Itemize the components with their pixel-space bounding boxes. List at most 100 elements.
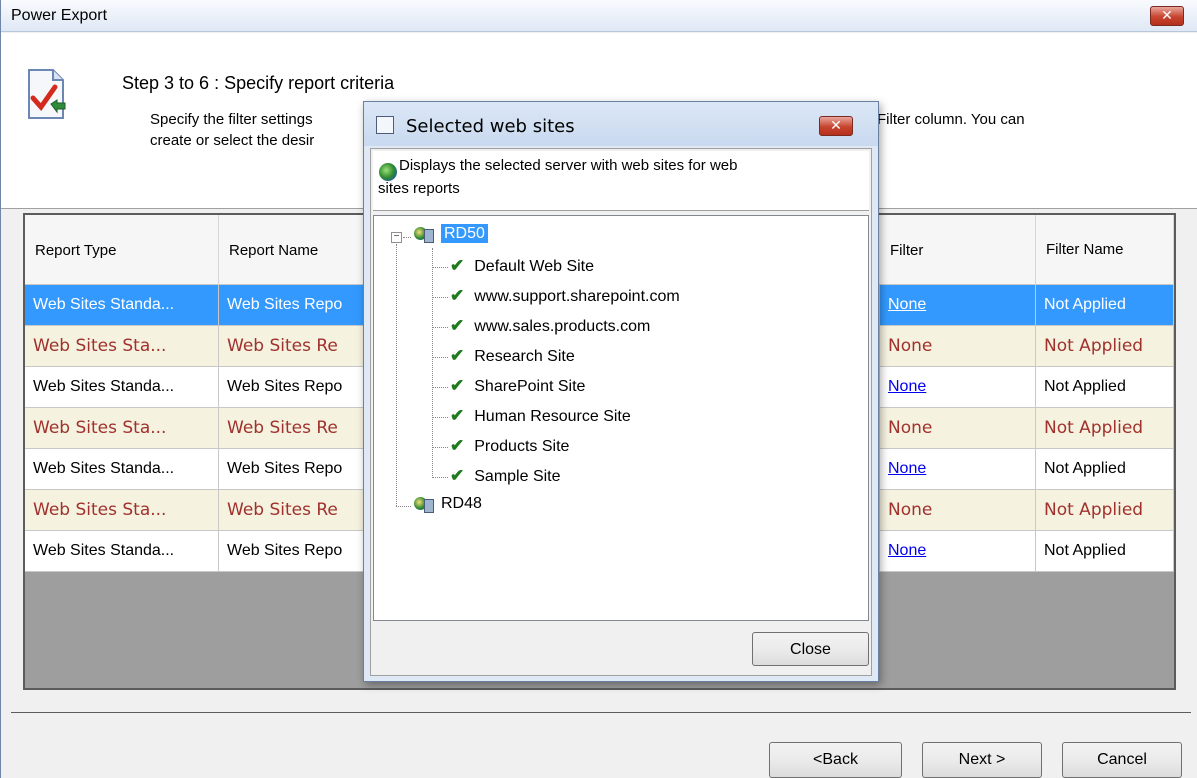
cell-filter-name: Not Applied [1036, 408, 1174, 449]
column-header-filter-name[interactable]: Filter Name [1036, 215, 1174, 285]
tree-site-label: Research Site [474, 348, 575, 365]
tree-site-node[interactable]: ✔ www.sales.products.com [450, 316, 650, 336]
dialog-title-bar: Selected web sites ✕ [364, 102, 878, 146]
filter-link[interactable]: None [888, 500, 932, 520]
web-server-icon [414, 495, 436, 513]
cell-filter: None [880, 367, 1036, 408]
tree-site-label: Products Site [474, 438, 570, 455]
back-button[interactable]: <Back [769, 742, 902, 778]
dialog-close-icon-button[interactable]: ✕ [819, 116, 853, 136]
checkmark-icon: ✔ [450, 346, 465, 365]
cell-filter-name-text: Not Applied [1044, 296, 1126, 313]
cell-filter-name-text: Not Applied [1044, 542, 1126, 559]
tree-site-node[interactable]: ✔ www.support.sharepoint.com [450, 286, 680, 306]
cell-report-name-text: Web Sites Re [227, 418, 338, 438]
cell-report-name: Web Sites Re [219, 490, 369, 531]
column-header-report-type[interactable]: Report Type [25, 215, 219, 285]
cell-filter: None [880, 490, 1036, 531]
tree-server-label: RD50 [441, 224, 488, 244]
tree-server-node[interactable]: RD50 [414, 224, 488, 244]
cell-report-type: Web Sites Sta... [25, 326, 219, 367]
step-title: Step 3 to 6 : Specify report criteria [122, 73, 395, 93]
tree-connector [432, 297, 448, 298]
cell-report-name-text: Web Sites Repo [227, 460, 343, 477]
dialog-description: Displays the selected server with web si… [373, 151, 869, 211]
cell-report-type-text: Web Sites Standa... [33, 460, 175, 477]
checkmark-icon: ✔ [450, 256, 465, 275]
cell-report-type: Web Sites Standa... [25, 449, 219, 490]
cell-filter-name: Not Applied [1036, 285, 1174, 326]
filter-link[interactable]: None [888, 418, 932, 438]
tree-site-node[interactable]: ✔ Default Web Site [450, 256, 594, 276]
dialog-close-button[interactable]: Close [752, 632, 869, 666]
tree-connector [432, 417, 448, 418]
globe-icon [379, 163, 397, 181]
step-description-line2: create or select the desir [150, 132, 315, 149]
filter-link[interactable]: None [888, 542, 926, 559]
cell-report-name: Web Sites Repo [219, 285, 369, 326]
tree-site-node[interactable]: ✔ Products Site [450, 436, 569, 456]
tree-server-node[interactable]: RD48 [414, 495, 482, 513]
tree-site-node[interactable]: ✔ Human Resource Site [450, 406, 631, 426]
tree-connector [432, 387, 448, 388]
filter-link[interactable]: None [888, 296, 926, 313]
filter-link[interactable]: None [888, 336, 932, 356]
cell-filter: None [880, 285, 1036, 326]
tree-connector [432, 267, 448, 268]
tree-site-label: Sample Site [474, 468, 561, 485]
cell-report-name-text: Web Sites Repo [227, 542, 343, 559]
cell-report-type: Web Sites Standa... [25, 531, 219, 572]
cell-report-name: Web Sites Repo [219, 367, 369, 408]
tree-connector [396, 506, 411, 507]
checkmark-icon: ✔ [450, 286, 465, 305]
tree-site-label: Human Resource Site [474, 408, 631, 425]
cell-filter: None [880, 408, 1036, 449]
cell-filter-name-text: Not Applied [1044, 418, 1144, 438]
cell-report-type-text: Web Sites Standa... [33, 378, 175, 395]
tree-connector [432, 357, 448, 358]
filter-link[interactable]: None [888, 378, 926, 395]
cell-filter-name: Not Applied [1036, 490, 1174, 531]
cell-report-name: Web Sites Re [219, 326, 369, 367]
cell-report-name-text: Web Sites Repo [227, 378, 343, 395]
cell-report-type: Web Sites Sta... [25, 490, 219, 531]
collapse-toggle-icon[interactable]: − [391, 232, 402, 243]
tree-connector [396, 244, 397, 506]
tree-site-node[interactable]: ✔ SharePoint Site [450, 376, 585, 396]
dialog-body: Displays the selected server with web si… [370, 148, 872, 676]
checkmark-icon: ✔ [450, 406, 465, 425]
cell-report-type-text: Web Sites Sta... [33, 418, 167, 438]
tree-connector [432, 477, 448, 478]
cancel-button[interactable]: Cancel [1062, 742, 1182, 778]
tree-connector [432, 447, 448, 448]
cell-report-name-text: Web Sites Re [227, 500, 338, 520]
cell-report-type-text: Web Sites Sta... [33, 336, 167, 356]
title-bar: Power Export ✕ [1, 0, 1197, 32]
step-description-line1: Specify the filter settings [150, 111, 313, 128]
next-button[interactable]: Next > [922, 742, 1042, 778]
cell-filter-name-text: Not Applied [1044, 500, 1144, 520]
cell-filter-name: Not Applied [1036, 326, 1174, 367]
cell-report-name-text: Web Sites Re [227, 336, 338, 356]
tree-site-label: SharePoint Site [474, 378, 586, 395]
column-header-report-name[interactable]: Report Name [219, 215, 369, 285]
cell-report-type: Web Sites Sta... [25, 408, 219, 449]
window-title: Power Export [11, 7, 108, 24]
selected-web-sites-dialog: Selected web sites ✕ Displays the select… [363, 101, 879, 682]
server-site-tree[interactable]: − RD50 ✔ Default Web Site ✔ www.support.shar… [373, 215, 869, 621]
tree-site-node[interactable]: ✔ Research Site [450, 346, 575, 366]
cell-report-type-text: Web Sites Standa... [33, 542, 175, 559]
checkmark-icon: ✔ [450, 436, 465, 455]
cell-filter-name: Not Applied [1036, 449, 1174, 490]
filter-link[interactable]: None [888, 460, 926, 477]
tree-site-node[interactable]: ✔ Sample Site [450, 466, 561, 486]
step-description-line1-end: Filter column. You can [877, 111, 1025, 128]
cell-report-name-text: Web Sites Repo [227, 296, 343, 313]
column-header-filter[interactable]: Filter [880, 215, 1036, 285]
window-close-button[interactable]: ✕ [1150, 6, 1184, 26]
cell-report-type: Web Sites Standa... [25, 285, 219, 326]
report-check-icon [28, 69, 66, 119]
checkmark-icon: ✔ [450, 466, 465, 485]
tree-connector [432, 248, 433, 478]
cell-filter-name: Not Applied [1036, 531, 1174, 572]
